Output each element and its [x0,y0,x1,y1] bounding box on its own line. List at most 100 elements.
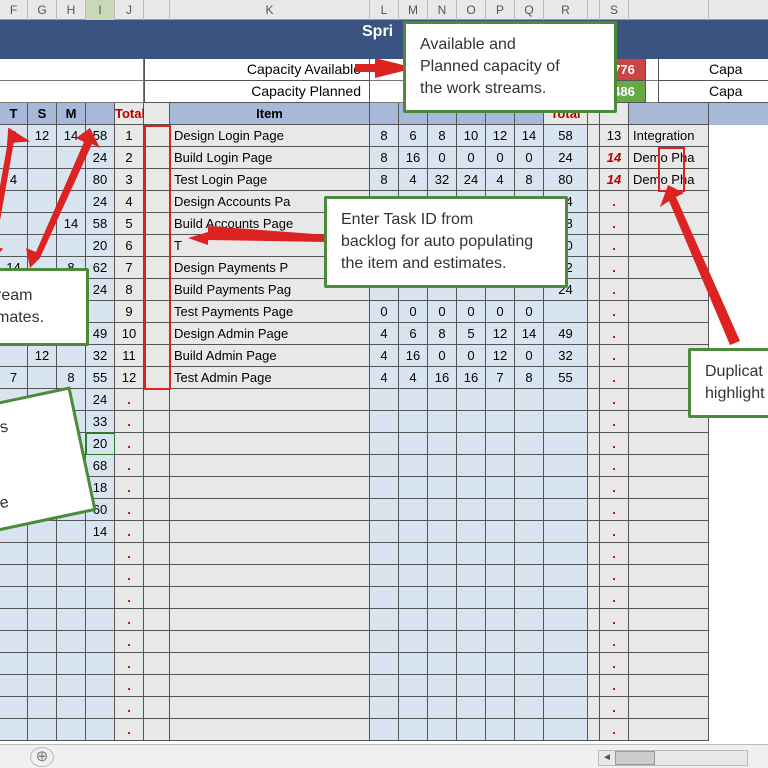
cell-m[interactable] [57,345,86,367]
cell-empty[interactable] [399,631,428,653]
cell-o[interactable] [457,433,486,455]
cell-gap[interactable] [588,213,600,235]
cell-total2[interactable] [544,301,588,323]
cell-gap[interactable] [144,279,170,301]
cell-n[interactable] [428,521,457,543]
cell-empty[interactable]: . [600,675,629,697]
cell-p[interactable] [486,477,515,499]
cell-q[interactable]: 0 [515,345,544,367]
cell-taskid[interactable]: 7 [115,257,144,279]
cell-empty[interactable] [629,697,709,719]
cell-empty[interactable] [57,543,86,565]
cell-empty[interactable] [428,631,457,653]
cell-q[interactable]: 0 [515,301,544,323]
cell-gap[interactable] [144,521,170,543]
cell-p[interactable]: 0 [486,301,515,323]
cell-o[interactable] [457,411,486,433]
cell-taskid[interactable]: . [115,499,144,521]
cell-empty[interactable] [515,697,544,719]
cell-empty[interactable] [57,609,86,631]
cell-empty[interactable] [57,631,86,653]
cell-taskid[interactable]: 9 [115,301,144,323]
cell-item[interactable] [170,411,370,433]
cell-gap[interactable] [144,389,170,411]
cell-l[interactable] [370,411,399,433]
cell-p[interactable]: 0 [486,147,515,169]
cell-q[interactable] [515,499,544,521]
cell-o[interactable]: 0 [457,147,486,169]
cell-empty[interactable] [544,565,588,587]
cell-empty[interactable] [0,631,28,653]
cell-taskid2[interactable]: . [600,257,629,279]
cell-empty[interactable] [370,609,399,631]
cell-gap[interactable] [588,477,600,499]
cell-empty[interactable]: . [600,697,629,719]
cell-gap[interactable] [144,433,170,455]
cell-empty[interactable] [486,587,515,609]
cell-taskid2[interactable]: . [600,433,629,455]
cell-empty[interactable] [370,697,399,719]
col-letter[interactable] [629,0,709,20]
cell-empty[interactable] [629,653,709,675]
cell-taskid2[interactable]: . [600,477,629,499]
cell-empty[interactable] [428,653,457,675]
cell-empty[interactable] [28,653,57,675]
cell-empty[interactable] [457,587,486,609]
cell-empty[interactable] [399,719,428,741]
cell-empty[interactable] [588,653,600,675]
cell-empty[interactable] [399,587,428,609]
cell-empty[interactable] [86,719,115,741]
col-letter[interactable]: H [57,0,86,20]
add-sheet-button[interactable]: ⊕ [30,747,54,767]
cell-empty[interactable] [170,719,370,741]
cell-empty[interactable] [629,609,709,631]
cell-empty[interactable] [629,719,709,741]
cell-total[interactable]: 14 [86,521,115,543]
cell-p[interactable] [486,433,515,455]
cell-taskid[interactable]: 11 [115,345,144,367]
cell-l[interactable]: 4 [370,323,399,345]
cell-taskid[interactable]: . [115,477,144,499]
cell-total2[interactable]: 58 [544,125,588,147]
cell-total2[interactable] [544,433,588,455]
cell-total2[interactable]: 32 [544,345,588,367]
cell-item2[interactable]: Demo Pha [629,147,709,169]
cell-empty[interactable] [588,609,600,631]
cell-q[interactable] [515,411,544,433]
cell-empty[interactable] [86,675,115,697]
cell-m2[interactable] [399,411,428,433]
cell-l[interactable] [370,477,399,499]
cell-empty[interactable]: . [115,587,144,609]
cell-p[interactable]: 12 [486,345,515,367]
cell-p[interactable] [486,389,515,411]
cell-empty[interactable]: . [115,697,144,719]
cell-m2[interactable] [399,433,428,455]
cell-l[interactable]: 8 [370,169,399,191]
cell-empty[interactable]: . [115,653,144,675]
cell-empty[interactable] [170,631,370,653]
cell-empty[interactable]: . [600,587,629,609]
col-letter[interactable]: N [428,0,457,20]
cell-total[interactable]: 33 [86,411,115,433]
cell-total2[interactable]: 55 [544,367,588,389]
cell-empty[interactable] [57,675,86,697]
cell-taskid2[interactable]: . [600,367,629,389]
cell-empty[interactable] [86,631,115,653]
cell-gap[interactable] [144,345,170,367]
cell-empty[interactable] [428,543,457,565]
cell-empty[interactable] [515,675,544,697]
cell-m[interactable] [57,521,86,543]
cell-gap[interactable] [144,499,170,521]
cell-total[interactable]: 32 [86,345,115,367]
cell-taskid2[interactable]: 13 [600,125,629,147]
cell-gap[interactable] [588,455,600,477]
cell-empty[interactable] [0,609,28,631]
cell-m2[interactable]: 4 [399,169,428,191]
cell-empty[interactable] [28,631,57,653]
col-letter[interactable]: L [370,0,399,20]
cell-p[interactable] [486,499,515,521]
cell-n[interactable] [428,433,457,455]
cell-gap[interactable] [588,367,600,389]
cell-empty[interactable]: . [600,653,629,675]
cell-empty[interactable] [588,587,600,609]
